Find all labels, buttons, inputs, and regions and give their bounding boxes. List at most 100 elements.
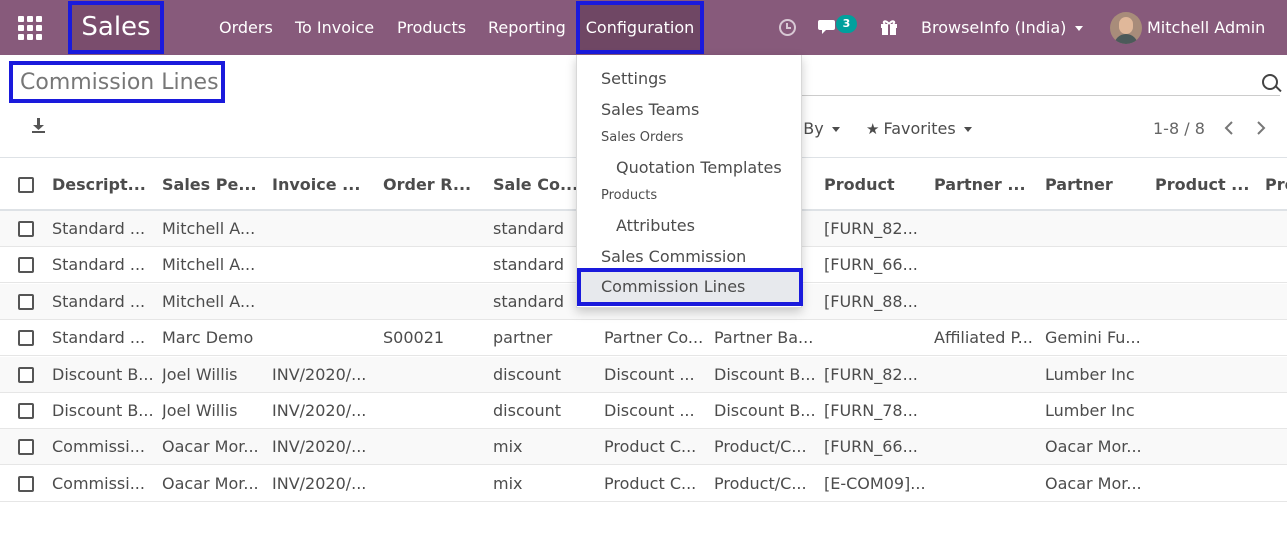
menu-item-quotation-templates[interactable]: Quotation Templates	[616, 158, 782, 177]
select-all-checkbox[interactable]	[18, 177, 34, 193]
row-checkbox[interactable]	[18, 403, 34, 419]
download-icon[interactable]	[30, 117, 46, 135]
configuration-dropdown: Settings Sales Teams Sales Orders Quotat…	[576, 55, 803, 308]
menu-configuration[interactable]: Configuration	[576, 1, 704, 54]
cell-product-category	[1155, 320, 1255, 356]
chat-count-badge: 3	[836, 15, 857, 33]
row-checkbox[interactable]	[18, 366, 34, 383]
cell-more	[1265, 466, 1287, 502]
cell-base-type: Product/C...	[714, 473, 807, 493]
menu-item-sales-commission[interactable]: Sales Commission	[601, 247, 746, 266]
cell-more	[1265, 284, 1287, 320]
menu-orders[interactable]: Orders	[219, 0, 273, 55]
cell-description: Standard ...	[52, 219, 146, 238]
row-checkbox[interactable]	[18, 257, 34, 274]
cell-partner: Oacar Mor...	[1045, 473, 1142, 493]
cell-partner-type	[934, 393, 1034, 429]
column-header-product-category[interactable]: Product ...	[1155, 158, 1255, 212]
cell-order-ref	[383, 466, 483, 502]
pager-value[interactable]: 1-8 / 8	[1153, 119, 1205, 138]
menu-reporting[interactable]: Reporting	[488, 0, 566, 55]
app-brand[interactable]: Sales	[68, 1, 164, 54]
menu-products[interactable]: Products	[397, 0, 466, 55]
row-checkbox[interactable]	[18, 293, 34, 310]
cell-more	[1265, 320, 1287, 356]
activity-clock-icon[interactable]	[779, 19, 796, 36]
menu-section-sales-orders: Sales Orders	[601, 130, 684, 145]
cell-product: [FURN_78...	[824, 401, 918, 420]
cell-description: Discount B...	[52, 364, 152, 384]
cell-commission-rule: Discount ...	[604, 364, 695, 384]
cell-order-ref	[383, 357, 483, 393]
cell-invoice	[272, 284, 372, 320]
table-row[interactable]: Commissi... Oacar Mor... INV/2020/... mix Pr…	[0, 466, 1287, 502]
cell-description: Commissi...	[52, 437, 145, 457]
table-row[interactable]: Commissi... Oacar Mor... INV/2020/... mix Pr…	[0, 429, 1287, 466]
cell-sales-person: Oacar Mor...	[162, 473, 259, 493]
cell-product-category	[1155, 284, 1255, 320]
cell-partner	[1045, 211, 1145, 247]
menu-item-settings[interactable]: Settings	[601, 69, 667, 88]
favorites-label: Favorites	[883, 119, 956, 138]
column-header-more[interactable]: Pro	[1265, 158, 1287, 212]
column-header-product[interactable]: Product	[824, 158, 924, 212]
row-checkbox[interactable]	[18, 439, 34, 456]
table-row[interactable]: Standard ... Marc Demo S00021 partner Partne…	[0, 320, 1287, 357]
menu-to-invoice[interactable]: To Invoice	[295, 0, 374, 55]
cell-sales-person: Joel Willis	[162, 364, 238, 384]
column-header-description[interactable]: Descript...	[52, 158, 152, 212]
cell-commission-rule: Partner Co...	[604, 328, 704, 348]
favorites-dropdown[interactable]: ★ Favorites	[866, 119, 972, 138]
cell-product: [FURN_66...	[824, 437, 918, 457]
cell-more	[1265, 393, 1287, 429]
cell-product-category	[1155, 393, 1255, 429]
row-checkbox[interactable]	[18, 221, 34, 237]
chevron-left-icon[interactable]	[1224, 121, 1234, 135]
cell-partner: Lumber Inc	[1045, 364, 1135, 384]
menu-item-commission-lines[interactable]: Commission Lines	[577, 268, 803, 306]
cell-commission-rule: Discount ...	[604, 401, 695, 420]
cell-product-category	[1155, 429, 1255, 465]
row-checkbox[interactable]	[18, 475, 34, 492]
avatar[interactable]	[1110, 12, 1142, 44]
menu-item-attributes[interactable]: Attributes	[616, 216, 695, 235]
top-navbar: Sales Orders To Invoice Products Reporti…	[0, 0, 1287, 55]
column-header-order-ref[interactable]: Order R...	[383, 158, 483, 212]
cell-invoice: INV/2020/...	[272, 473, 367, 493]
cell-order-ref	[383, 247, 483, 283]
cell-product-category	[1155, 247, 1255, 283]
table-row[interactable]: Discount B... Joel Willis INV/2020/... disc…	[0, 393, 1287, 429]
cell-sales-person: Mitchell A...	[162, 219, 256, 238]
cell-invoice	[272, 247, 372, 283]
search-icon[interactable]	[1262, 74, 1278, 90]
chat-icon[interactable]	[818, 18, 838, 36]
row-checkbox[interactable]	[18, 330, 34, 347]
cell-commission-rule: Product C...	[604, 473, 697, 493]
cell-description: Commissi...	[52, 473, 145, 493]
table-row[interactable]: Discount B... Joel Willis INV/2020/... disc…	[0, 356, 1287, 393]
column-header-invoice[interactable]: Invoice ...	[272, 158, 372, 212]
cell-description: Standard ...	[52, 291, 146, 311]
cell-invoice: INV/2020/...	[272, 364, 367, 384]
cell-sale-commission: mix	[493, 473, 523, 493]
cell-invoice: INV/2020/...	[272, 437, 367, 457]
chevron-right-icon[interactable]	[1256, 121, 1266, 135]
cell-description: Standard ...	[52, 328, 146, 348]
cell-more	[1265, 357, 1287, 393]
cell-description: Standard ...	[52, 255, 146, 275]
company-switcher[interactable]: BrowseInfo (India)	[921, 0, 1084, 55]
column-header-sales-person[interactable]: Sales Pe...	[162, 158, 262, 212]
user-menu[interactable]: Mitchell Admin	[1147, 0, 1265, 55]
column-header-partner-type[interactable]: Partner ...	[934, 158, 1034, 212]
gift-icon[interactable]	[879, 17, 899, 37]
cell-base-type: Product/C...	[714, 437, 807, 457]
cell-more	[1265, 247, 1287, 283]
cell-partner-type	[934, 429, 1034, 465]
search-input[interactable]	[802, 95, 1280, 96]
chevron-down-icon	[1075, 26, 1084, 31]
menu-item-sales-teams[interactable]: Sales Teams	[601, 100, 699, 119]
cell-sales-person: Oacar Mor...	[162, 437, 259, 457]
column-header-partner[interactable]: Partner	[1045, 158, 1145, 212]
cell-order-ref: S00021	[383, 328, 445, 348]
apps-menu-icon[interactable]	[18, 16, 42, 40]
